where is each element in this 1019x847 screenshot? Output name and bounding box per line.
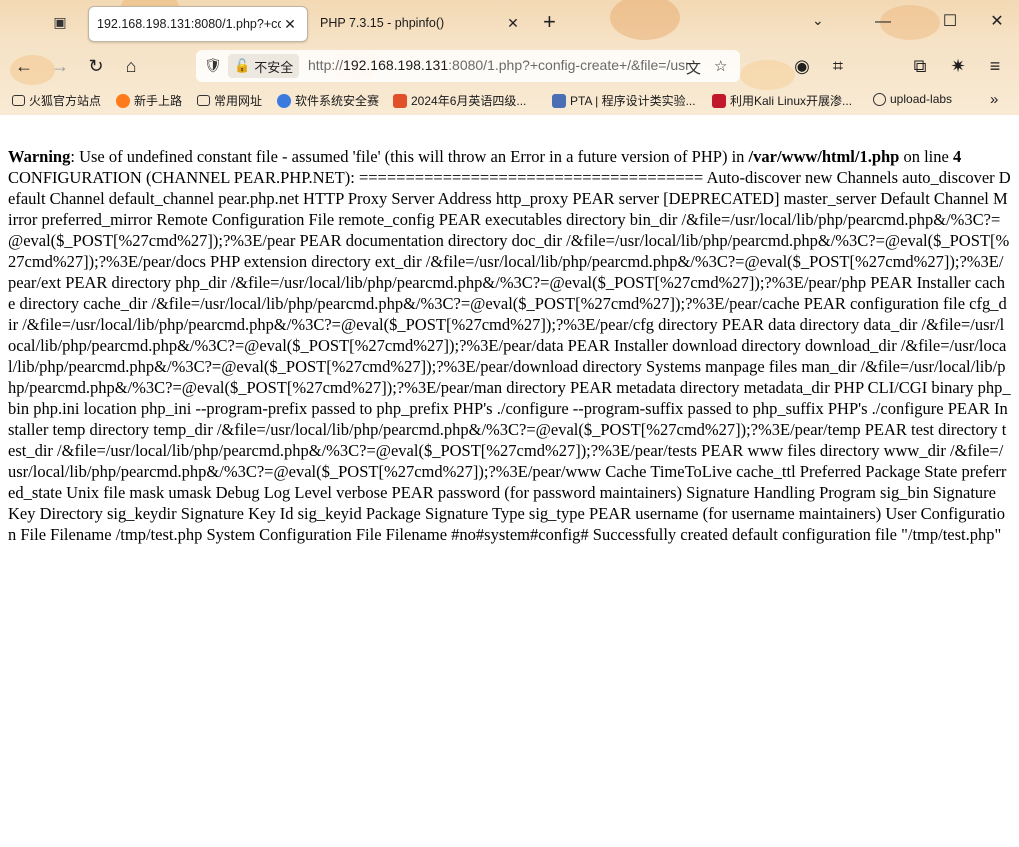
folder-icon [12, 95, 25, 106]
security-label: 不安全 [254, 59, 294, 75]
menu-icon[interactable]: ≡ [983, 54, 1007, 78]
bookmark-label: 软件系统安全赛 [295, 94, 380, 108]
warning-file: /var/www/html/1.php [748, 147, 900, 166]
bookmark-star-icon[interactable]: ☆ [714, 57, 727, 75]
pear-config-output: CONFIGURATION (CHANNEL PEAR.PHP.NET): ==… [8, 168, 1011, 544]
warning-label: Warning [8, 147, 71, 166]
globe-icon [873, 92, 886, 106]
tab-overview-icon[interactable]: ▣ [50, 13, 70, 31]
firefox-icon [116, 93, 130, 108]
warning-line-text: on line [899, 147, 953, 166]
bookmark-item[interactable]: 常用网址 [197, 92, 262, 109]
url-host: 192.168.198.131 [343, 57, 449, 73]
tracking-protection-icon[interactable]: 🛡 [204, 57, 222, 75]
bookmark-label: 火狐官方站点 [29, 94, 102, 108]
extension-pet-icon[interactable]: ✷ [946, 54, 970, 78]
bookmark-label: upload-labs [890, 92, 953, 106]
minimize-icon[interactable]: — [869, 10, 897, 34]
tab-title: PHP 7.3.15 - phpinfo() [320, 16, 445, 30]
account-icon[interactable]: ◉ [790, 54, 814, 78]
close-tab-icon[interactable]: ✕ [281, 16, 299, 33]
bookmark-item[interactable]: 利用Kali Linux开展渗... [712, 92, 852, 109]
url-rest: :8080/1.php?+config-create+/&file=/usr/l… [448, 57, 688, 73]
insecure-lock-icon: 🔓 [234, 58, 251, 73]
browser-chrome: ▣ 192.168.198.131:8080/1.php?+config-cre… [0, 0, 1019, 115]
calendar-icon [393, 93, 407, 108]
bookmark-item[interactable]: 2024年6月英语四级... [393, 92, 526, 109]
tab-active[interactable]: 192.168.198.131:8080/1.php?+config-creat… [88, 6, 308, 42]
bookmarks-bar: 火狐官方站点 新手上路 常用网址 软件系统安全赛 2024年6月英语四级... … [0, 88, 1019, 114]
warning-line-number: 4 [952, 147, 962, 166]
bookmark-item[interactable]: upload-labs [873, 92, 952, 106]
crop-icon[interactable]: ⌗ [826, 54, 850, 78]
bookmark-item[interactable]: PTA | 程序设计类实验... [552, 92, 696, 109]
chevron-down-icon[interactable]: ⌄ [812, 12, 824, 29]
bookmark-label: 利用Kali Linux开展渗... [730, 94, 853, 108]
chevron-more-icon[interactable]: » [990, 91, 998, 108]
bookmark-label: 2024年6月英语四级... [411, 94, 527, 108]
bookmark-label: PTA | 程序设计类实验... [570, 94, 696, 108]
translate-icon[interactable]: 文 [686, 57, 701, 78]
close-window-icon[interactable]: ✕ [983, 10, 1011, 34]
bookmark-label: 常用网址 [214, 94, 263, 108]
forward-icon[interactable]: → [48, 54, 72, 78]
navigation-bar: ← → ↻ ⌂ 🛡 🔓 不安全 http://192.168.198.131:8… [0, 44, 1019, 88]
url-prefix: http:// [308, 57, 344, 73]
book-icon [712, 93, 726, 108]
bookmark-item[interactable]: 软件系统安全赛 [277, 92, 379, 109]
folder-icon [197, 95, 210, 106]
page-content: Warning: Use of undefined constant file … [8, 146, 1011, 545]
bookmark-item[interactable]: 火狐官方站点 [12, 92, 101, 109]
close-tab-icon[interactable]: ✕ [504, 15, 522, 32]
bookmark-label: 新手上路 [134, 94, 183, 108]
extensions-icon[interactable]: ⧉ [908, 54, 932, 78]
maximize-icon[interactable]: ☐ [936, 10, 964, 34]
url-text[interactable]: http://192.168.198.131:8080/1.php?+confi… [308, 57, 688, 73]
security-indicator[interactable]: 🔓 不安全 [228, 54, 300, 78]
back-icon[interactable]: ← [12, 54, 36, 78]
pta-icon [552, 93, 566, 108]
home-icon[interactable]: ⌂ [119, 54, 143, 78]
bookmark-item[interactable]: 新手上路 [116, 92, 182, 109]
tab-bar: ▣ 192.168.198.131:8080/1.php?+config-cre… [0, 0, 1019, 44]
php-warning: Warning: Use of undefined constant file … [8, 146, 1011, 167]
reload-icon[interactable]: ↻ [84, 54, 108, 78]
warning-text: : Use of undefined constant file - assum… [70, 147, 749, 166]
tab-phpinfo[interactable]: PHP 7.3.15 - phpinfo() ✕ [312, 6, 530, 40]
tab-title: 192.168.198.131:8080/1.php?+config-creat… [97, 17, 281, 31]
shield-icon [277, 93, 291, 108]
new-tab-icon[interactable]: + [543, 9, 556, 35]
address-bar[interactable]: 🛡 🔓 不安全 http://192.168.198.131:8080/1.ph… [196, 50, 740, 82]
